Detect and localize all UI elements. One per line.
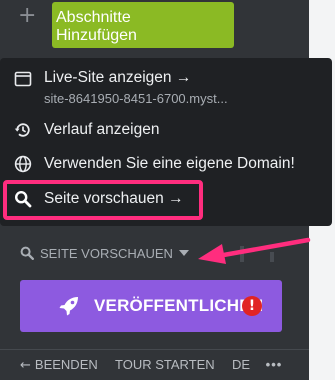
site-url: site-8641950-8451-6700.myst... [44,91,228,106]
preview-dropdown-toggle[interactable]: SEITE VORSCHAUEN [20,244,189,264]
menu-item-label: Verlauf anzeigen [44,121,160,138]
more-icon[interactable]: ••• [266,356,283,374]
menu-item-view-history[interactable]: Verlauf anzeigen [0,120,332,140]
footer-divider [0,349,309,350]
menu-item-custom-domain[interactable]: Verwenden Sie eine eigene Domain! [0,154,332,174]
annotation-arrow [198,237,311,264]
exit-button[interactable]: ← BEENDEN [20,356,98,375]
rocket-icon [59,297,78,316]
annotation-highlight-box [3,180,203,220]
menu-item-label: Live-Site anzeigen → [44,69,192,86]
history-icon [14,123,30,137]
footer-bar: ← BEENDEN TOUR STARTEN DE ••• [20,356,282,374]
search-icon [20,246,34,260]
publish-label: VERÖFFENTLICHEN [94,296,264,315]
window-icon [14,71,32,87]
menu-item-label: Verwenden Sie eine eigene Domain! [44,155,295,172]
menu-item-view-live-site[interactable]: Live-Site anzeigen → site-8641950-8451-6… [0,68,332,108]
arrow-left-icon: ← [20,358,31,373]
globe-icon [14,155,32,173]
plus-icon[interactable]: + [18,4,42,28]
language-selector[interactable]: DE [232,356,250,374]
chevron-down-icon [178,250,189,256]
preview-label: SEITE VORSCHAUEN [40,246,173,261]
publish-button[interactable]: VERÖFFENTLICHEN ! [20,280,282,332]
start-tour-button[interactable]: TOUR STARTEN [115,356,215,374]
alert-icon: ! [242,296,262,316]
exit-label: BEENDEN [34,357,98,372]
add-sections-button[interactable]: Abschnitte Hinzufügen [52,2,234,48]
